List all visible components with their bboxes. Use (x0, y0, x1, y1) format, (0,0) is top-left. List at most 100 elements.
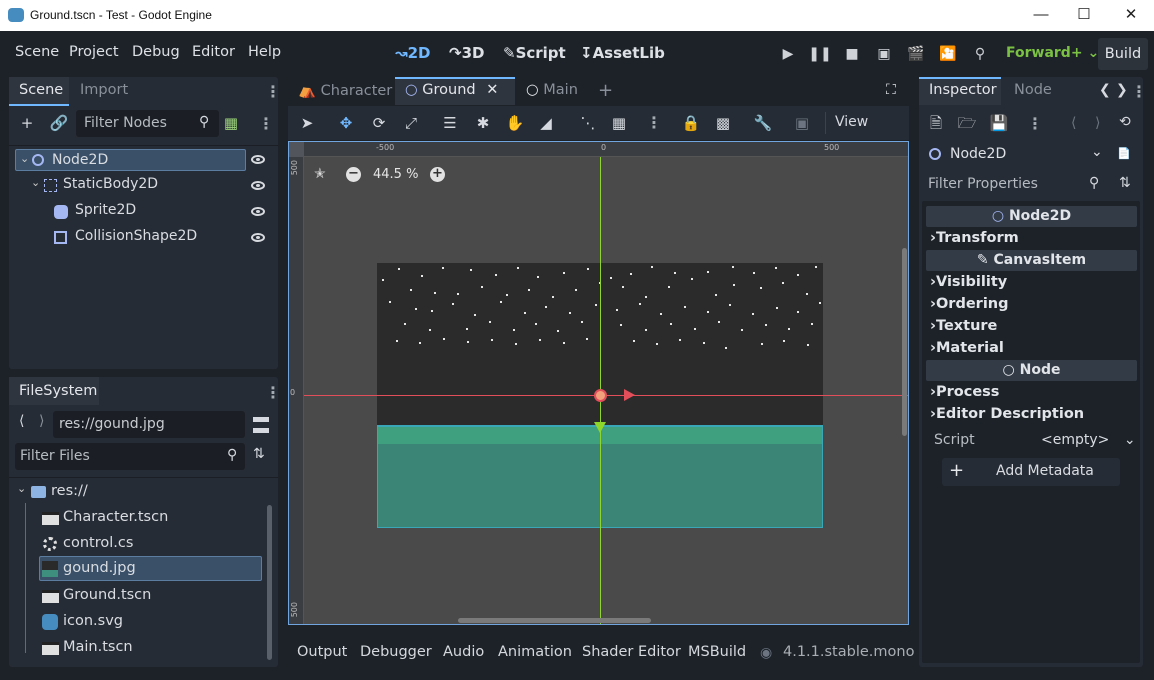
move-mode-icon[interactable]: ✥ (335, 112, 357, 134)
snap-options-icon[interactable]: ⋮ (646, 113, 662, 132)
dock-menu-icon[interactable]: ⋮ (265, 82, 281, 101)
workspace-2d[interactable]: ↝2D (395, 44, 430, 62)
resource-options-icon[interactable]: ⋮ (1027, 114, 1043, 133)
center-view-icon[interactable]: ✭ (314, 166, 326, 182)
remote-debug-icon[interactable]: ▣ (871, 41, 897, 67)
visibility-eye-icon[interactable] (251, 155, 265, 164)
section-texture[interactable]: ›Texture (930, 318, 997, 334)
maximize-icon[interactable]: ☐ (1073, 4, 1095, 26)
tab-character[interactable]: ⛺ Character (298, 82, 392, 99)
file-item[interactable]: Main.tscn (39, 637, 259, 659)
vertical-scrollbar[interactable] (902, 248, 907, 436)
tab-output[interactable]: Output (297, 644, 347, 660)
close-tab-icon[interactable]: ✕ (486, 82, 498, 98)
lock-icon[interactable]: 🔒 (680, 112, 702, 134)
menu-help[interactable]: Help (248, 44, 281, 60)
tab-msbuild[interactable]: MSBuild (688, 644, 746, 660)
zoom-out-icon[interactable]: − (346, 167, 361, 182)
dock-menu-icon[interactable]: ⋮ (1131, 82, 1147, 101)
filter-properties-input[interactable]: Filter Properties ⚲ (923, 171, 1109, 198)
history-forward-icon[interactable]: ⟩ (1095, 115, 1100, 131)
tab-filesystem[interactable]: FileSystem (9, 377, 99, 405)
next-dock-icon[interactable]: ❯ (1116, 82, 1128, 98)
visibility-eye-icon[interactable] (251, 207, 265, 216)
dock-menu-icon[interactable]: ⋮ (265, 383, 281, 402)
docs-icon[interactable]: 📄 (1117, 147, 1131, 160)
collapse-arrow-icon[interactable]: ⌄ (20, 152, 29, 165)
ruler-mode-icon[interactable]: ◢ (535, 112, 557, 134)
filter-files-input[interactable]: Filter Files ⚲ (15, 443, 245, 470)
tree-item-node2d[interactable]: ⌄ Node2D (15, 149, 246, 171)
new-resource-icon[interactable]: 🗎 (925, 112, 947, 134)
path-input[interactable]: res://gound.jpg (53, 411, 245, 438)
add-node-icon[interactable]: + (16, 112, 38, 134)
folder-root[interactable]: ⌄ res:// (9, 481, 259, 503)
tab-node[interactable]: Node (1014, 82, 1052, 98)
distraction-free-icon[interactable]: ⛶ (886, 82, 896, 98)
open-resource-icon[interactable]: 🗁 (956, 112, 978, 134)
close-icon[interactable]: ✕ (1120, 4, 1142, 26)
list-select-icon[interactable]: ☰ (439, 112, 461, 134)
collapse-arrow-icon[interactable]: ⌄ (31, 176, 40, 189)
tab-shader-editor[interactable]: Shader Editor (582, 644, 681, 660)
sort-icon[interactable]: ⇅ (253, 446, 265, 462)
instance-scene-icon[interactable]: ▦ (220, 112, 242, 134)
section-visibility[interactable]: ›Visibility (930, 274, 1007, 290)
file-item[interactable]: icon.svg (39, 611, 259, 633)
play-scene-icon[interactable]: 🎬 (903, 41, 929, 67)
menu-debug[interactable]: Debug (132, 44, 180, 60)
zoom-in-icon[interactable]: + (430, 167, 445, 182)
group-icon[interactable]: ▩ (712, 112, 734, 134)
scrollbar[interactable] (267, 505, 272, 660)
file-item[interactable]: Ground.tscn (39, 585, 259, 607)
pivot-handle[interactable] (594, 389, 607, 402)
pan-mode-icon[interactable]: ✋ (504, 112, 526, 134)
stop-icon[interactable]: ■ (839, 41, 865, 67)
file-item[interactable]: Character.tscn (39, 507, 259, 529)
menu-project[interactable]: Project (69, 44, 119, 60)
skeleton-icon[interactable]: 🔧 (752, 112, 774, 134)
minimize-icon[interactable]: — (1030, 4, 1052, 26)
add-metadata-button[interactable]: + Add Metadata (942, 458, 1120, 486)
canvas-viewport[interactable]: -500 0 500 500 0 500 ✭ − 44.5 % + (288, 141, 909, 625)
rotate-mode-icon[interactable]: ⟳ (368, 112, 390, 134)
filter-options-icon[interactable]: ⇅ (1119, 175, 1131, 191)
add-tab-icon[interactable]: + (598, 80, 613, 101)
workspace-assetlib[interactable]: ↧AssetLib (580, 44, 665, 62)
smart-snap-icon[interactable]: ⋱ (577, 112, 599, 134)
section-editor-description[interactable]: ›Editor Description (930, 406, 1084, 422)
grid-snap-icon[interactable]: ▦ (608, 112, 630, 134)
split-mode-icon[interactable] (253, 417, 269, 433)
scene-options-icon[interactable]: ⋮ (258, 114, 274, 133)
play-icon[interactable]: ▶ (775, 41, 801, 67)
workspace-script[interactable]: ✎Script (503, 44, 566, 62)
section-ordering[interactable]: ›Ordering (930, 296, 1009, 312)
pivot-mode-icon[interactable]: ✱ (472, 112, 494, 134)
build-button[interactable]: Build (1098, 38, 1148, 70)
movie-maker-icon[interactable]: ⚲ (967, 41, 993, 67)
section-process[interactable]: ›Process (930, 384, 999, 400)
section-material[interactable]: ›Material (930, 340, 1004, 356)
collapse-arrow-icon[interactable]: ⌄ (17, 482, 26, 495)
renderer-select[interactable]: Forward+ ⌄ (1006, 45, 1099, 61)
zoom-level[interactable]: 44.5 % (373, 167, 418, 182)
tab-inspector[interactable]: Inspector (919, 77, 1001, 105)
save-resource-icon[interactable]: 💾 (988, 112, 1010, 134)
view-menu[interactable]: View (835, 114, 868, 130)
scale-mode-icon[interactable]: ⤢ (400, 112, 422, 134)
horizontal-scrollbar[interactable] (458, 618, 651, 623)
visibility-eye-icon[interactable] (251, 181, 265, 190)
pause-icon[interactable]: ❚❚ (807, 41, 833, 67)
tab-audio[interactable]: Audio (443, 644, 484, 660)
tab-main[interactable]: ○ Main (526, 82, 578, 98)
tab-import[interactable]: Import (80, 82, 128, 98)
file-item-selected[interactable]: gound.jpg (39, 556, 262, 581)
history-icon[interactable]: ⟲ (1119, 114, 1131, 130)
play-custom-scene-icon[interactable]: 🎦 (935, 41, 961, 67)
file-item[interactable]: control.cs (39, 533, 259, 555)
tree-item-staticbody2d[interactable]: ⌄ StaticBody2D (9, 175, 278, 197)
camera-override-icon[interactable]: ▣ (791, 112, 813, 134)
menu-scene[interactable]: Scene (15, 44, 59, 60)
section-transform[interactable]: ›Transform (930, 230, 1019, 246)
tree-item-sprite2d[interactable]: Sprite2D (9, 201, 278, 223)
